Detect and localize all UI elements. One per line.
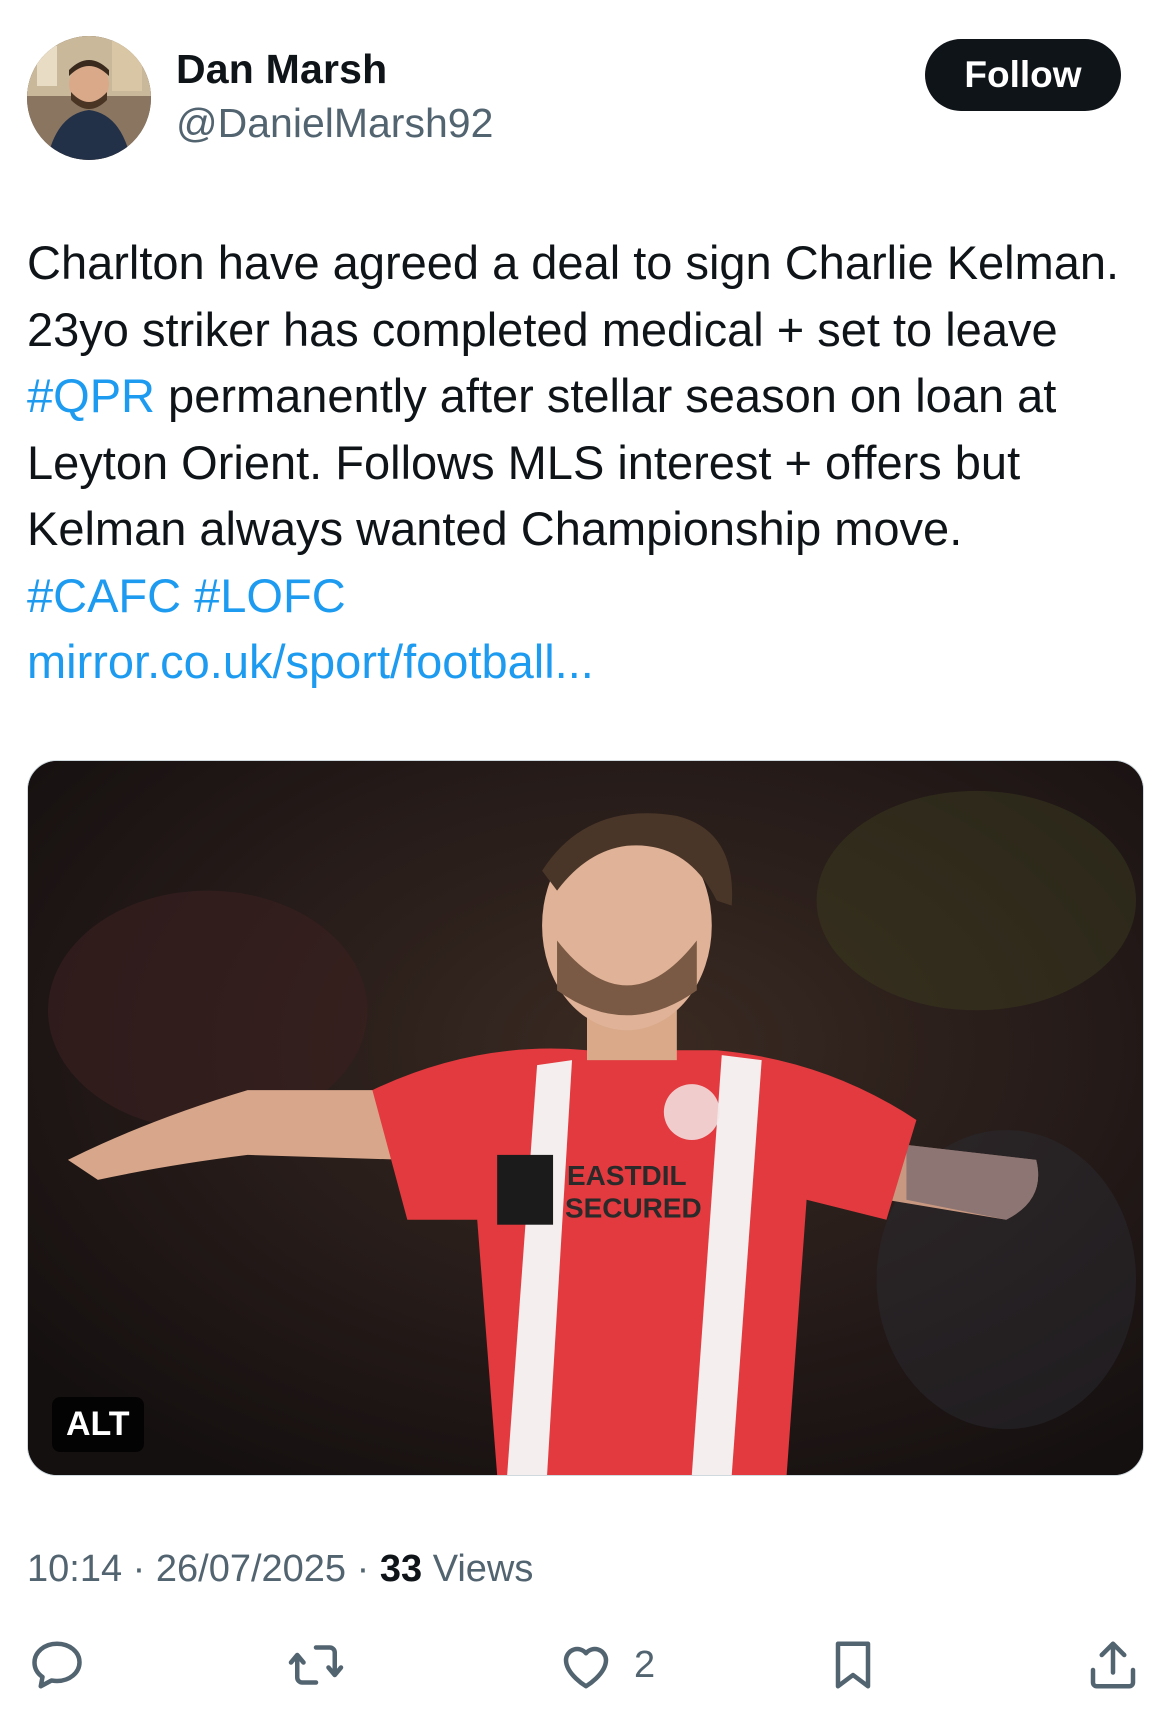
tweet-time[interactable]: 10:14 <box>27 1548 122 1590</box>
tweet-actions-bar: 2 <box>0 1630 1170 1700</box>
share-button[interactable] <box>1083 1630 1143 1700</box>
author-avatar[interactable] <box>27 36 151 160</box>
author-name[interactable]: Dan Marsh <box>176 46 387 93</box>
hashtag-qpr[interactable]: #QPR <box>27 369 155 422</box>
tweet-meta: 10:14 · 26/07/2025 · 33 Views <box>27 1548 533 1591</box>
tweet-line-4: Leyton Orient. Follows MLS interest + of… <box>27 435 1021 489</box>
like-icon <box>563 1646 609 1689</box>
tweet-line-5: Kelman always wanted Championship move. <box>27 502 963 555</box>
avatar-image <box>27 36 151 160</box>
bookmark-icon <box>835 1641 871 1689</box>
bookmark-button[interactable] <box>823 1630 883 1700</box>
tweet-url-link[interactable]: mirror.co.uk/sport/football... <box>27 629 1147 696</box>
tweet-line-1: Charlton have agreed a deal to sign Char… <box>27 236 1120 289</box>
tweet-line-2: 23yo striker has completed medical + set… <box>27 302 1058 356</box>
views-label: Views <box>432 1548 534 1590</box>
meta-separator-2: · <box>356 1548 370 1590</box>
author-handle[interactable]: @DanielMarsh92 <box>176 100 493 147</box>
repost-icon <box>288 1645 344 1685</box>
shirt-sponsor-line2: SECURED <box>565 1193 702 1224</box>
tweet-line-3: #QPR permanently after stellar season on… <box>27 363 1147 430</box>
repost-button[interactable] <box>286 1630 346 1700</box>
meta-separator-1: · <box>132 1548 146 1590</box>
reply-icon <box>32 1641 82 1689</box>
views-count: 33 <box>379 1548 423 1590</box>
tweet-line-3-text: permanently after stellar season on loan… <box>155 369 1057 422</box>
tweet-date[interactable]: 26/07/2025 <box>156 1548 346 1590</box>
tweet-media-image[interactable]: EASTDIL SECURED ALT <box>27 760 1144 1476</box>
like-button[interactable]: 2 <box>556 1630 655 1700</box>
hashtag-lofc[interactable]: #LOFC <box>194 569 346 622</box>
shirt-sponsor-line1: EASTDIL <box>567 1160 687 1191</box>
tweet-text: Charlton have agreed a deal to sign Char… <box>27 230 1147 696</box>
alt-text-badge[interactable]: ALT <box>52 1397 144 1452</box>
share-icon <box>1090 1641 1136 1689</box>
like-count: 2 <box>634 1643 656 1686</box>
reply-button[interactable] <box>27 1630 87 1700</box>
follow-button[interactable]: Follow <box>925 39 1121 111</box>
tweet-line-6: #CAFC #LOFC <box>27 563 1147 630</box>
hashtag-cafc[interactable]: #CAFC <box>27 569 181 622</box>
football-player-photo: EASTDIL SECURED <box>28 761 1143 1475</box>
